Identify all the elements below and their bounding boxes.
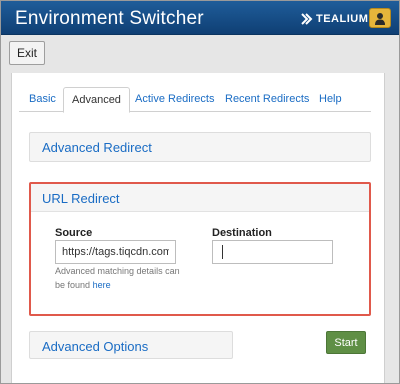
tab-help[interactable]: Help bbox=[319, 87, 342, 112]
advanced-redirect-title: Advanced Redirect bbox=[42, 140, 152, 155]
advanced-options-section[interactable]: Advanced Options bbox=[29, 331, 233, 359]
source-label: Source bbox=[55, 227, 93, 239]
destination-label: Destination bbox=[212, 227, 272, 239]
source-help-text: Advanced matching details can be found h… bbox=[55, 264, 185, 292]
destination-input[interactable] bbox=[212, 240, 333, 264]
brand-logo: TEALIUM bbox=[300, 12, 368, 26]
start-button[interactable]: Start bbox=[326, 331, 366, 354]
tab-advanced[interactable]: Advanced bbox=[63, 87, 130, 113]
advanced-options-title: Advanced Options bbox=[42, 339, 149, 354]
app-window: Environment Switcher TEALIUM Exit Basic … bbox=[0, 0, 400, 384]
url-redirect-header[interactable]: URL Redirect bbox=[31, 184, 369, 212]
tab-active-redirects[interactable]: Active Redirects bbox=[135, 87, 214, 112]
app-title: Environment Switcher bbox=[15, 8, 204, 29]
url-redirect-title: URL Redirect bbox=[42, 191, 120, 206]
toolbar: Exit bbox=[1, 36, 399, 72]
exit-button[interactable]: Exit bbox=[9, 41, 45, 65]
title-bar: Environment Switcher TEALIUM bbox=[1, 1, 399, 35]
user-icon bbox=[375, 12, 385, 25]
url-redirect-section: URL Redirect Source Advanced matching de… bbox=[29, 182, 371, 316]
help-link[interactable]: here bbox=[93, 280, 111, 290]
tab-recent-redirects[interactable]: Recent Redirects bbox=[225, 87, 309, 112]
tab-bar: Basic Advanced Active Redirects Recent R… bbox=[19, 87, 371, 113]
tealium-chevron-icon bbox=[301, 13, 313, 25]
user-button[interactable] bbox=[369, 8, 391, 28]
tab-basic[interactable]: Basic bbox=[29, 87, 56, 112]
brand-name: TEALIUM bbox=[316, 13, 369, 25]
source-input[interactable] bbox=[55, 240, 176, 264]
text-cursor bbox=[222, 245, 223, 259]
advanced-redirect-section[interactable]: Advanced Redirect bbox=[29, 132, 371, 162]
help-text: Advanced matching details can be found bbox=[55, 266, 180, 290]
